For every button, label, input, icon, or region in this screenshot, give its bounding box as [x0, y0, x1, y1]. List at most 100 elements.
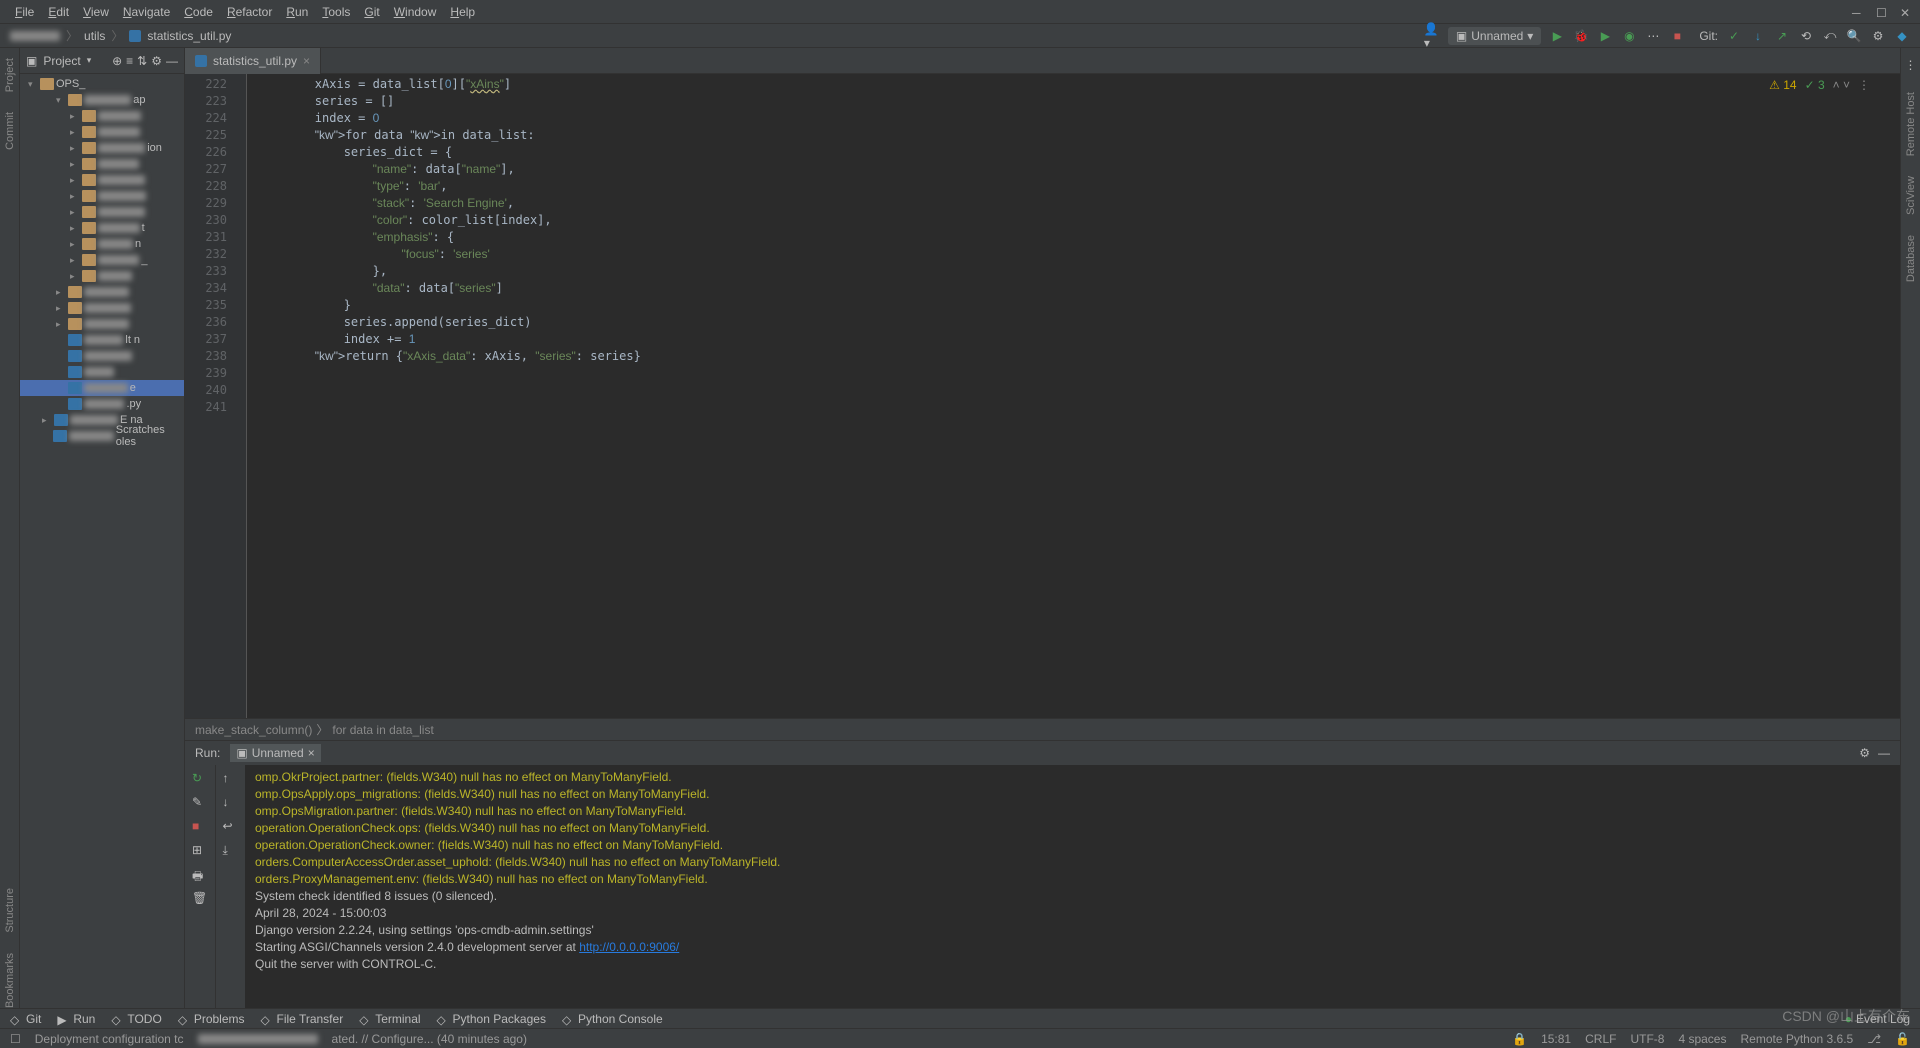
fold-gutter[interactable] — [235, 74, 247, 718]
interpreter[interactable]: Remote Python 3.6.5 — [1740, 1032, 1853, 1046]
bottom-tab-python-console[interactable]: ◇Python Console — [562, 1012, 663, 1026]
run-settings-icon[interactable]: ⚙ — [1859, 746, 1870, 760]
tree-item[interactable]: ▸ — [20, 204, 184, 220]
tree-item[interactable]: Scratches oles — [20, 428, 184, 444]
menu-tools[interactable]: Tools — [315, 2, 357, 22]
profile-icon[interactable]: ◉ — [1621, 28, 1637, 44]
tree-item[interactable]: ▸ — [20, 156, 184, 172]
tree-item[interactable]: ▸ — [20, 188, 184, 204]
hide-icon[interactable]: — — [166, 54, 178, 68]
minimize-icon[interactable]: ─ — [1852, 6, 1864, 18]
cursor-position[interactable]: 15:81 — [1541, 1032, 1571, 1046]
settings-icon[interactable]: ⚙ — [1870, 28, 1886, 44]
search-icon[interactable]: 🔍 — [1846, 28, 1862, 44]
tree-item[interactable] — [20, 364, 184, 380]
rerun-icon[interactable]: ↻ — [192, 771, 208, 787]
debug-icon[interactable]: 🐞 — [1573, 28, 1589, 44]
stop-icon[interactable]: ■ — [1669, 28, 1685, 44]
git-commit-icon[interactable]: ✓ — [1726, 28, 1742, 44]
code-content[interactable]: xAxis = data_list[0]["xAins"] series = [… — [247, 74, 1900, 718]
run-tab-close-icon[interactable]: × — [308, 746, 315, 760]
tree-item[interactable]: ▸_ — [20, 252, 184, 268]
branch-icon[interactable]: ⎇ — [1867, 1032, 1881, 1046]
tree-item[interactable]: ▸ — [20, 300, 184, 316]
run-tab[interactable]: ▣ Unnamed × — [230, 744, 320, 762]
tree-item[interactable]: ▸ — [20, 284, 184, 300]
gear-icon[interactable]: ⚙ — [151, 54, 162, 68]
menu-help[interactable]: Help — [443, 2, 482, 22]
stop-run-icon[interactable]: ■ — [192, 819, 208, 835]
menu-git[interactable]: Git — [357, 2, 386, 22]
modify-run-icon[interactable]: ✎ — [192, 795, 208, 811]
line-separator[interactable]: CRLF — [1585, 1032, 1616, 1046]
expand-icon[interactable]: ≡ — [126, 54, 133, 68]
git-history-icon[interactable]: ⟲ — [1798, 28, 1814, 44]
scroll-icon[interactable]: ⤓ — [223, 843, 239, 859]
rail-bookmarks[interactable]: Bookmarks — [4, 953, 16, 1008]
bottom-tab-todo[interactable]: ◇TODO — [111, 1012, 161, 1026]
rail-project[interactable]: Project — [4, 58, 16, 92]
tree-item[interactable]: ▸ — [20, 316, 184, 332]
trash-icon[interactable]: 🗑 — [192, 891, 208, 907]
tab-close-icon[interactable]: × — [303, 54, 310, 68]
inspections-widget[interactable]: ⚠ 14 ✓ 3 ˄ ˅ ⋮ — [1769, 78, 1870, 92]
tree-item[interactable]: .py — [20, 396, 184, 412]
sort-icon[interactable]: ⇅ — [137, 54, 147, 68]
tree-item[interactable]: ▸ — [20, 108, 184, 124]
menu-navigate[interactable]: Navigate — [116, 2, 177, 22]
down-icon[interactable]: ↓ — [223, 795, 239, 811]
up-icon[interactable]: ↑ — [223, 771, 239, 787]
tree-item[interactable]: ▸n — [20, 236, 184, 252]
git-update-icon[interactable]: ↓ — [1750, 28, 1766, 44]
run-hide-icon[interactable]: — — [1878, 746, 1890, 760]
close-icon[interactable]: ✕ — [1900, 6, 1912, 18]
console-output[interactable]: omp.OkrProject.partner: (fields.W340) nu… — [245, 765, 1900, 1008]
more-icon[interactable]: ⋮ — [1905, 58, 1917, 72]
rail-commit[interactable]: Commit — [4, 112, 16, 150]
bottom-tab-python-packages[interactable]: ◇Python Packages — [437, 1012, 546, 1026]
tree-item[interactable]: ▾ap — [20, 92, 184, 108]
bottom-tab-terminal[interactable]: ◇Terminal — [359, 1012, 420, 1026]
tree-item[interactable]: e — [20, 380, 184, 396]
ide-icon[interactable]: ◆ — [1894, 28, 1910, 44]
layout-icon[interactable]: ⊞ — [192, 843, 208, 859]
menu-edit[interactable]: Edit — [41, 2, 76, 22]
rail-database[interactable]: Database — [1905, 235, 1917, 282]
maximize-icon[interactable]: ☐ — [1876, 6, 1888, 18]
bottom-tab-file-transfer[interactable]: ◇File Transfer — [261, 1012, 344, 1026]
lock-icon[interactable]: 🔒 — [1512, 1032, 1527, 1046]
bottom-tab-run[interactable]: ▶Run — [57, 1012, 95, 1026]
target-icon[interactable]: ⊕ — [112, 54, 122, 68]
menu-refactor[interactable]: Refactor — [220, 2, 279, 22]
tree-item[interactable]: ▸ — [20, 172, 184, 188]
soft-wrap-icon[interactable]: ↩ — [223, 819, 239, 835]
status-icon[interactable]: ☐ — [10, 1032, 21, 1046]
line-gutter[interactable]: 2222232242252262272282292302312322332342… — [185, 74, 235, 718]
tree-item[interactable]: ▸ — [20, 268, 184, 284]
padlock-icon[interactable]: 🔓 — [1895, 1032, 1910, 1046]
indent[interactable]: 4 spaces — [1678, 1032, 1726, 1046]
tree-item[interactable] — [20, 348, 184, 364]
tree-item[interactable]: ▸ion — [20, 140, 184, 156]
rail-sciview[interactable]: SciView — [1905, 176, 1917, 215]
git-push-icon[interactable]: ↗ — [1774, 28, 1790, 44]
tree-root[interactable]: ▾ OPS_ — [20, 76, 184, 92]
encoding[interactable]: UTF-8 — [1630, 1032, 1664, 1046]
menu-file[interactable]: File — [8, 2, 41, 22]
git-rollback-icon[interactable]: ⤺ — [1822, 28, 1838, 44]
rail-remote-host[interactable]: Remote Host — [1905, 92, 1917, 156]
menu-window[interactable]: Window — [387, 2, 444, 22]
breadcrumb-folder[interactable]: utils — [84, 29, 105, 43]
breadcrumb-file[interactable]: statistics_util.py — [147, 29, 231, 43]
menu-run[interactable]: Run — [279, 2, 315, 22]
menu-code[interactable]: Code — [177, 2, 220, 22]
editor-tab[interactable]: statistics_util.py × — [185, 48, 321, 74]
tree-item[interactable]: lt n — [20, 332, 184, 348]
tree-item[interactable]: ▸ — [20, 124, 184, 140]
coverage-icon[interactable]: ▶ — [1597, 28, 1613, 44]
tree-item[interactable]: ▸t — [20, 220, 184, 236]
user-icon[interactable]: 👤▾ — [1424, 28, 1440, 44]
rail-structure[interactable]: Structure — [4, 888, 16, 933]
bottom-tab-git[interactable]: ◇Git — [10, 1012, 41, 1026]
print-icon[interactable]: 🖶 — [192, 867, 208, 883]
